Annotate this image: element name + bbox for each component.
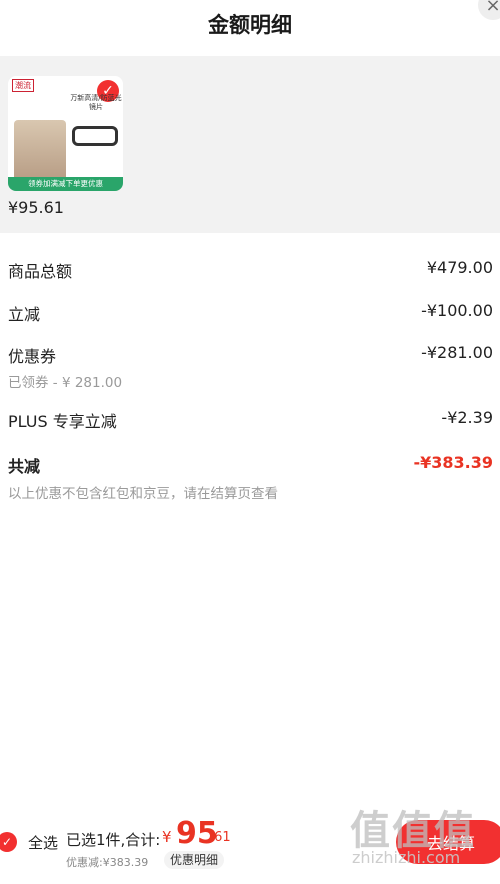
bottom-bar: ✓ 全选 已选1件,合计: ¥ 95 .61 优惠减:¥383.39 优惠明细 … bbox=[0, 808, 500, 884]
total-cut-value: -¥383.39 bbox=[413, 453, 493, 472]
price-currency: ¥ bbox=[162, 828, 172, 846]
product-thumbnail[interactable]: 潮流 ✓ 万新高清/防蓝光镜片 领券加满减下单更优惠 bbox=[8, 76, 123, 191]
discount-detail-button[interactable]: 优惠明细 bbox=[164, 851, 225, 869]
plus-cut-label: PLUS 专享立减 bbox=[8, 412, 117, 431]
row-instant-cut: 立减 -¥100.00 bbox=[8, 301, 493, 325]
price-decimal: .61 bbox=[210, 830, 231, 845]
coupon-label: 优惠券 bbox=[8, 347, 57, 366]
product-ad-text: 万新高清/防蓝光镜片 bbox=[70, 94, 122, 111]
product-area: 潮流 ✓ 万新高清/防蓝光镜片 领券加满减下单更优惠 ¥95.61 bbox=[0, 56, 500, 233]
model-photo bbox=[14, 120, 66, 184]
glasses-image bbox=[72, 126, 118, 146]
sheet-title: 金额明细 bbox=[208, 13, 292, 37]
promo-banner: 领券加满减下单更优惠 bbox=[8, 177, 123, 191]
total-goods-label: 商品总额 bbox=[8, 262, 73, 281]
row-coupon: 优惠券 -¥281.00 bbox=[8, 343, 493, 367]
row-total-cut: 共减 -¥383.39 bbox=[8, 453, 493, 477]
plus-cut-value: -¥2.39 bbox=[441, 408, 493, 427]
select-all-label[interactable]: 全选 bbox=[28, 832, 58, 853]
checkout-button[interactable]: 去结算 bbox=[396, 820, 500, 864]
total-cut-note: 以上优惠不包含红包和京豆，请在结算页查看 bbox=[8, 486, 278, 502]
coupon-value: -¥281.00 bbox=[421, 343, 493, 362]
total-goods-value: ¥479.00 bbox=[426, 258, 493, 277]
row-total-goods: 商品总额 ¥479.00 bbox=[8, 258, 493, 282]
instant-cut-label: 立减 bbox=[8, 305, 41, 324]
close-icon: × bbox=[485, 0, 500, 16]
select-all-check-icon[interactable]: ✓ bbox=[0, 832, 17, 852]
brand-logo: 潮流 bbox=[12, 79, 34, 92]
product-price: ¥95.61 bbox=[8, 198, 64, 217]
total-cut-label: 共减 bbox=[8, 457, 41, 476]
summary-label: 已选1件,合计: bbox=[66, 831, 161, 849]
coupon-note: 已领券 - ¥ 281.00 bbox=[8, 375, 123, 391]
row-plus-cut: PLUS 专享立减 -¥2.39 bbox=[8, 408, 493, 432]
discount-summary: 优惠减:¥383.39 bbox=[66, 856, 149, 869]
instant-cut-value: -¥100.00 bbox=[421, 301, 493, 320]
